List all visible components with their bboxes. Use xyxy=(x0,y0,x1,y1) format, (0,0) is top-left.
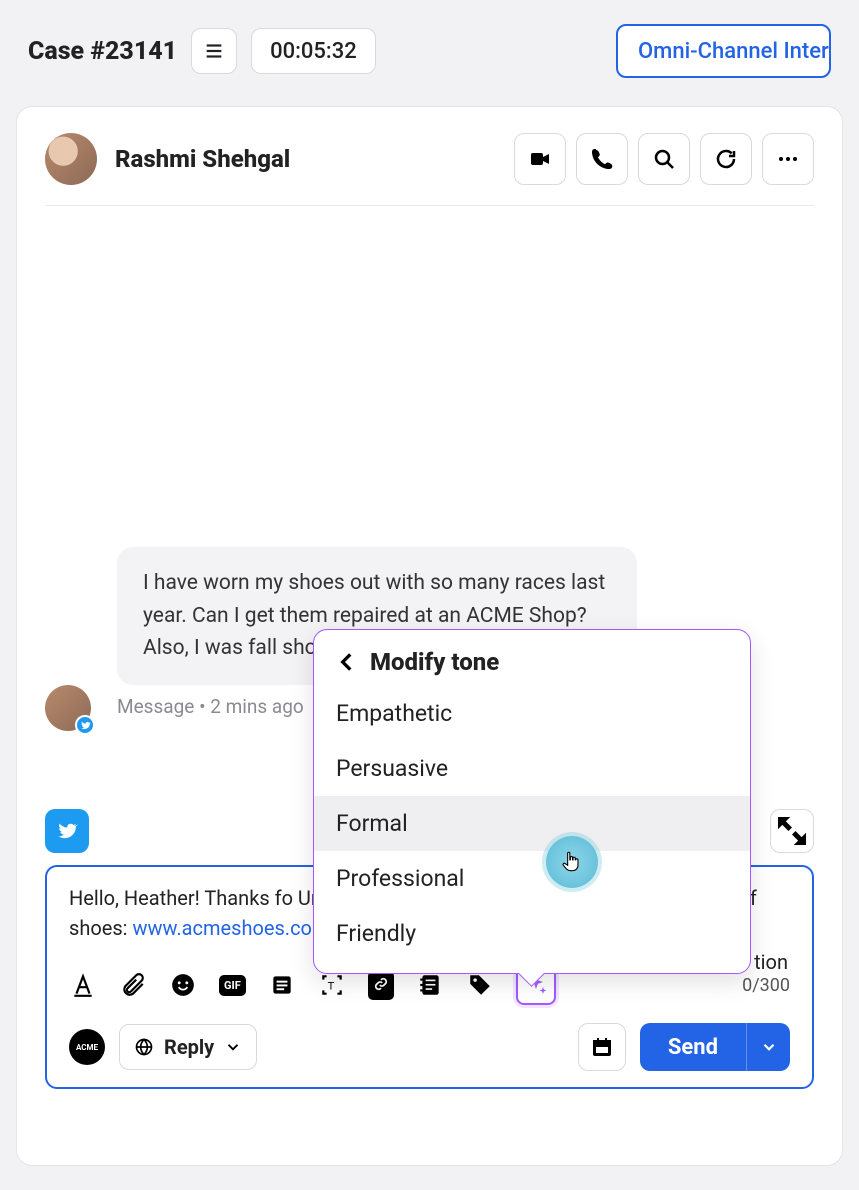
tag-icon xyxy=(467,972,493,998)
tone-option-friendly[interactable]: Friendly xyxy=(314,906,750,961)
send-label: Send xyxy=(640,1023,746,1071)
case-title: Case #23141 xyxy=(28,37,177,66)
notebook-tool[interactable] xyxy=(416,971,444,999)
font-icon xyxy=(70,972,96,998)
channel-twitter-icon[interactable] xyxy=(45,809,89,853)
send-dropdown[interactable] xyxy=(746,1023,790,1071)
panel-header: Rashmi Shehgal xyxy=(45,107,814,206)
tone-option-empathetic[interactable]: Empathetic xyxy=(314,686,750,741)
calendar-icon xyxy=(590,1035,614,1059)
conversation-panel: Rashmi Shehgal I have worn my shoes out … xyxy=(16,106,843,1166)
more-icon xyxy=(776,147,800,171)
collapse-icon xyxy=(771,810,813,852)
tone-option-professional[interactable]: Professional xyxy=(314,851,750,906)
collapse-button[interactable] xyxy=(770,809,814,853)
video-button[interactable] xyxy=(514,133,566,185)
header-actions xyxy=(514,133,814,185)
twitter-badge-icon xyxy=(75,715,95,735)
svg-text:T: T xyxy=(327,980,334,992)
refresh-button[interactable] xyxy=(700,133,752,185)
template-tool[interactable] xyxy=(268,971,296,999)
case-timer: 00:05:32 xyxy=(251,28,376,74)
chevron-left-icon xyxy=(334,649,360,675)
tone-option-formal[interactable]: Formal xyxy=(314,796,750,851)
menu-button[interactable] xyxy=(191,28,237,74)
text-detect-tool[interactable]: T xyxy=(318,971,346,999)
compose-text-tail: tion xyxy=(754,947,788,977)
template-icon xyxy=(269,972,295,998)
link-icon xyxy=(374,977,388,991)
message-avatar xyxy=(45,685,91,731)
composer-footer: ACME Reply Send xyxy=(69,1023,790,1071)
font-tool[interactable] xyxy=(69,971,97,999)
globe-icon xyxy=(134,1037,154,1057)
phone-icon xyxy=(590,147,614,171)
call-button[interactable] xyxy=(576,133,628,185)
schedule-button[interactable] xyxy=(578,1023,626,1071)
search-button[interactable] xyxy=(638,133,690,185)
modify-tone-popover: Modify tone Empathetic Persuasive Formal… xyxy=(313,629,751,974)
video-icon xyxy=(528,147,552,171)
reply-type-select[interactable]: Reply xyxy=(119,1024,257,1070)
notebook-icon xyxy=(417,972,443,998)
chevron-down-icon xyxy=(224,1038,242,1056)
link-tool[interactable] xyxy=(368,971,394,1000)
paperclip-icon xyxy=(120,972,146,998)
attach-tool[interactable] xyxy=(119,971,147,999)
tag-tool[interactable] xyxy=(466,971,494,999)
send-button[interactable]: Send xyxy=(640,1023,790,1071)
tone-option-persuasive[interactable]: Persuasive xyxy=(314,741,750,796)
char-count: 0/300 xyxy=(742,975,790,996)
emoji-tool[interactable] xyxy=(169,971,197,999)
refresh-icon xyxy=(714,147,738,171)
brand-badge[interactable]: ACME xyxy=(69,1029,105,1065)
top-bar: Case #23141 00:05:32 Omni-Channel Intera xyxy=(0,0,859,96)
contact-avatar xyxy=(45,133,97,185)
search-icon xyxy=(652,147,676,171)
omni-channel-button[interactable]: Omni-Channel Intera xyxy=(616,24,831,78)
contact-name: Rashmi Shehgal xyxy=(115,145,290,173)
gif-tool[interactable]: GIF xyxy=(219,975,246,996)
popover-back-button[interactable] xyxy=(334,649,360,675)
chevron-down-icon xyxy=(760,1038,778,1056)
scan-text-icon: T xyxy=(319,972,345,998)
more-button[interactable] xyxy=(762,133,814,185)
reply-label: Reply xyxy=(164,1035,214,1059)
popover-title: Modify tone xyxy=(370,648,499,676)
emoji-icon xyxy=(170,972,196,998)
